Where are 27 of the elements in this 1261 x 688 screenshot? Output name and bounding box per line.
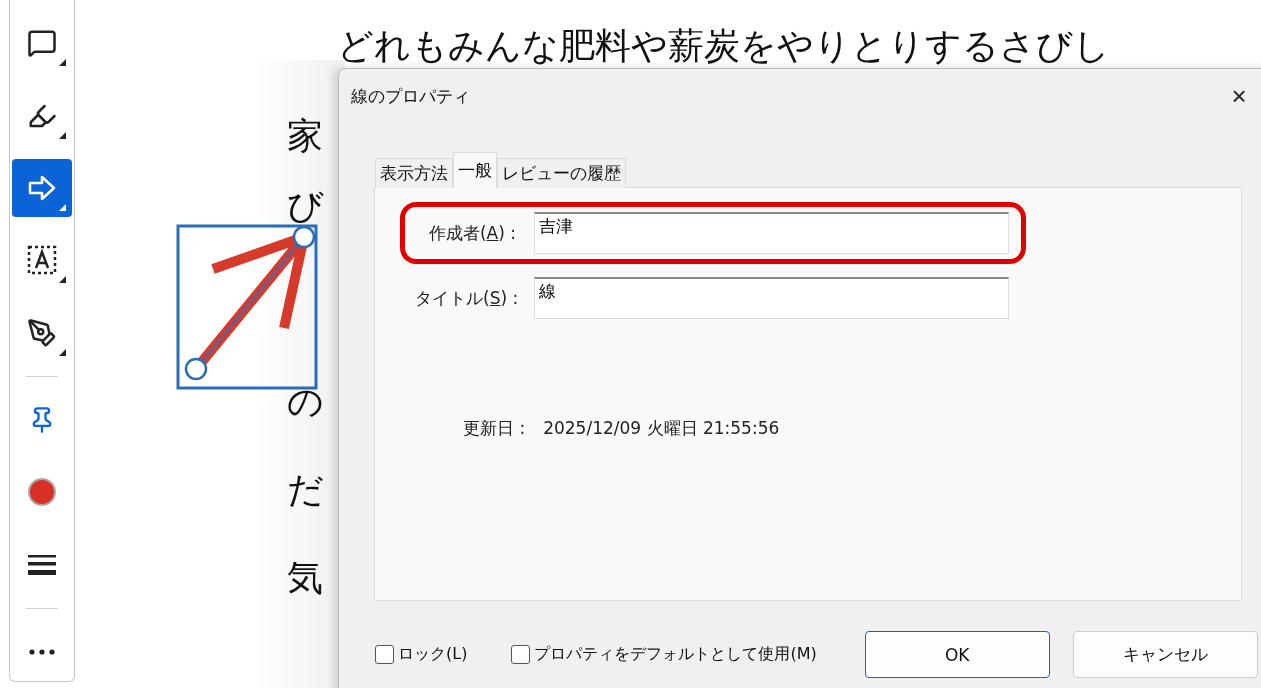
ok-button[interactable]: OK <box>864 631 1050 678</box>
field-label: 作成者(A) : <box>427 221 516 245</box>
tab[interactable]: レビューの履歴 <box>497 158 626 188</box>
modified-date: 2025/12/09 火曜日 21:55:56 <box>543 417 780 440</box>
field-label: タイトル(S) : <box>415 286 516 310</box>
document-text: どれもみんな肥料や薪炭をやりとりするさびし <box>337 24 1110 68</box>
document-text: だ <box>287 469 324 510</box>
document-text: び <box>287 185 324 226</box>
text-field[interactable]: 吉津 <box>534 212 1009 254</box>
text-field[interactable]: 線 <box>534 277 1009 319</box>
close-button[interactable]: × <box>1219 80 1259 112</box>
cancel-button[interactable]: キャンセル <box>1072 631 1258 678</box>
tab[interactable]: 一般 <box>453 152 497 188</box>
document-text: の <box>287 381 324 422</box>
tab[interactable]: 表示方法 <box>375 158 453 188</box>
document-text: 家 <box>287 115 323 156</box>
field-label: 更新日 : <box>463 417 526 440</box>
document-text: 気 <box>287 557 323 598</box>
comment-icon <box>27 28 57 59</box>
dialog-title: 線のプロパティ <box>351 84 470 108</box>
more-icon <box>29 648 55 655</box>
checkbox[interactable]: ロック(L) <box>375 644 468 665</box>
text-box-icon <box>27 245 57 276</box>
line-weight-icon <box>28 553 56 576</box>
arrow-annotation[interactable] <box>176 224 320 392</box>
pen-icon <box>27 317 57 348</box>
checkbox[interactable]: プロパティをデフォルトとして使用(M) <box>511 644 817 665</box>
